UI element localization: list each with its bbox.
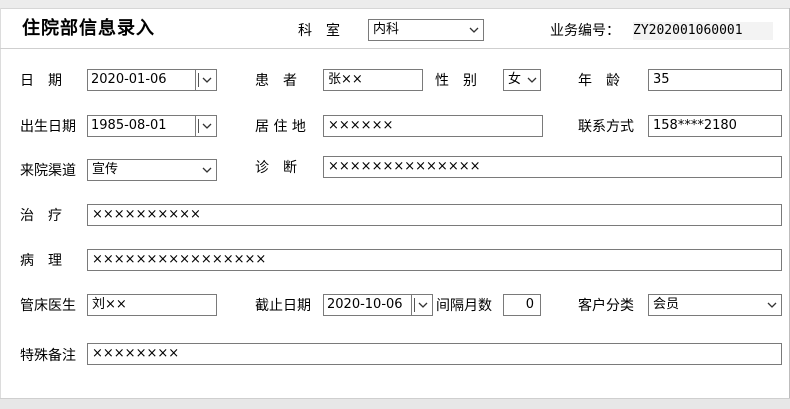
birth-value: 1985-08-01 <box>91 118 167 133</box>
deadline-dropdown-button[interactable] <box>411 294 433 316</box>
diagnosis-label: 诊 断 <box>255 160 297 176</box>
pathology-label: 病 理 <box>20 253 62 269</box>
chevron-down-icon <box>527 77 537 83</box>
bizno-label: 业务编号： <box>550 23 620 39</box>
left-border <box>0 8 1 398</box>
date-input[interactable]: 2020-01-06 <box>87 69 195 91</box>
dept-value: 内科 <box>373 22 400 37</box>
chevron-down-icon <box>202 77 212 83</box>
interval-input[interactable]: 0 <box>503 294 541 316</box>
window: 住院部信息录入 科 室 内科 业务编号： ZY202001060001 日 期 … <box>0 0 790 409</box>
treatment-label: 治 疗 <box>20 208 62 224</box>
channel-select[interactable]: 宣传 <box>87 159 217 181</box>
remark-input[interactable]: ×××××××× <box>87 343 782 365</box>
birth-input[interactable]: 1985-08-01 <box>87 115 195 137</box>
header-divider <box>0 48 790 49</box>
deadline-input[interactable]: 2020-10-06 <box>323 294 411 316</box>
category-value: 会员 <box>653 297 680 312</box>
page-title: 住院部信息录入 <box>22 18 155 39</box>
gender-label: 性 别 <box>435 73 477 89</box>
contact-label: 联系方式 <box>578 119 634 135</box>
bizno-value: ZY202001060001 <box>633 22 773 40</box>
treatment-input[interactable]: ×××××××××× <box>87 204 782 226</box>
chevron-down-icon <box>469 27 479 33</box>
category-label: 客户分类 <box>578 298 634 314</box>
date-label: 日 期 <box>20 73 62 89</box>
patient-input[interactable]: 张×× <box>323 69 423 91</box>
chevron-down-icon <box>202 167 212 173</box>
dept-label: 科 室 <box>298 23 340 39</box>
birth-dropdown-button[interactable] <box>195 115 217 137</box>
address-label: 居 住 地 <box>255 119 306 135</box>
chevron-down-icon <box>202 123 212 129</box>
gender-value: 女 <box>508 72 522 87</box>
patient-label: 患 者 <box>255 73 297 89</box>
dept-select[interactable]: 内科 <box>368 19 484 41</box>
channel-label: 来院渠道 <box>20 163 76 179</box>
birth-label: 出生日期 <box>20 119 76 135</box>
gender-select[interactable]: 女 <box>503 69 541 91</box>
pathology-input[interactable]: ×××××××××××××××× <box>87 249 782 271</box>
doctor-label: 管床医生 <box>20 298 76 314</box>
diagnosis-input[interactable]: ×××××××××××××× <box>323 156 782 178</box>
doctor-input[interactable]: 刘×× <box>87 294 217 316</box>
chevron-down-icon <box>767 302 777 308</box>
channel-value: 宣传 <box>92 162 119 177</box>
spin-separator <box>198 73 199 87</box>
address-input[interactable]: ×××××× <box>323 115 543 137</box>
date-dropdown-button[interactable] <box>195 69 217 91</box>
age-label: 年 龄 <box>578 73 620 89</box>
spin-separator <box>198 119 199 133</box>
deadline-value: 2020-10-06 <box>327 297 403 312</box>
category-select[interactable]: 会员 <box>648 294 782 316</box>
remark-label: 特殊备注 <box>20 348 76 364</box>
age-input[interactable]: 35 <box>648 69 782 91</box>
date-value: 2020-01-06 <box>91 72 167 87</box>
contact-input[interactable]: 158****2180 <box>648 115 782 137</box>
chevron-down-icon <box>418 302 428 308</box>
top-bar <box>0 0 790 9</box>
spin-separator <box>414 298 415 312</box>
interval-label: 间隔月数 <box>436 298 492 314</box>
bottom-bar <box>0 398 790 409</box>
deadline-label: 截止日期 <box>255 298 311 314</box>
